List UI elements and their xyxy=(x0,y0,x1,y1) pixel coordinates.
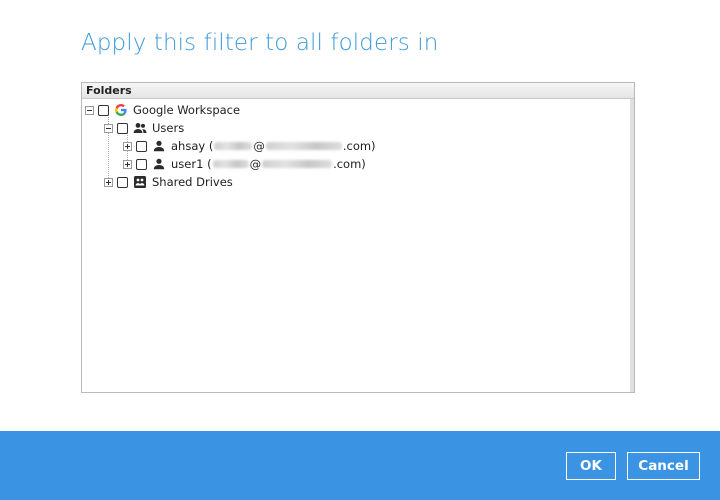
redacted-email-part xyxy=(265,142,342,150)
user-name: ahsay xyxy=(171,139,206,153)
expand-toggle[interactable] xyxy=(123,159,132,169)
collapse-toggle[interactable] xyxy=(104,123,113,133)
tree-node-label: Users xyxy=(152,121,185,135)
tree-node-user-user1[interactable]: user1 ( @ .com) xyxy=(123,155,366,173)
email-at-sign: @ xyxy=(249,157,262,171)
google-workspace-checkbox[interactable] xyxy=(98,104,109,116)
folders-column-header[interactable]: Folders xyxy=(82,83,634,99)
page-title: Apply this filter to all folders in xyxy=(81,30,439,56)
email-open-paren: ( xyxy=(208,139,214,153)
shared-drive-icon xyxy=(133,175,147,189)
folder-tree-panel: Folders Google Workspace Users ahsay (@… xyxy=(81,82,635,393)
user-icon xyxy=(152,157,166,171)
collapse-toggle[interactable] xyxy=(85,105,94,115)
tree-node-user-ahsay[interactable]: ahsay ( @ .com) xyxy=(123,137,376,155)
email-at-sign: @ xyxy=(253,139,265,153)
dialog-footer: OK Cancel xyxy=(0,431,720,500)
email-domain-suffix: .com) xyxy=(333,157,366,171)
tree-node-label: Google Workspace xyxy=(133,103,241,117)
tree-node-google-workspace[interactable]: Google Workspace xyxy=(85,101,240,119)
user-icon xyxy=(152,139,166,153)
shared-drives-checkbox[interactable] xyxy=(117,176,128,188)
user-name: user1 xyxy=(171,157,204,171)
redacted-email-part xyxy=(212,160,249,168)
folder-tree: Google Workspace Users ahsay (@ .com) u… xyxy=(82,99,634,392)
email-domain-suffix: .com) xyxy=(342,139,376,153)
tree-node-shared-drives[interactable]: Shared Drives xyxy=(104,173,233,191)
ok-button[interactable]: OK xyxy=(566,452,616,480)
tree-node-users[interactable]: Users xyxy=(104,119,184,137)
user-user1-checkbox[interactable] xyxy=(136,158,147,170)
redacted-email-part xyxy=(262,160,333,168)
cancel-button[interactable]: Cancel xyxy=(627,452,700,480)
expand-toggle[interactable] xyxy=(104,177,113,187)
tree-node-label: Shared Drives xyxy=(152,175,233,189)
expand-toggle[interactable] xyxy=(123,141,132,151)
google-icon xyxy=(114,103,128,117)
users-checkbox[interactable] xyxy=(117,122,128,134)
email-open-paren: ( xyxy=(207,157,212,171)
user-ahsay-checkbox[interactable] xyxy=(136,140,147,152)
redacted-email-part xyxy=(214,142,253,150)
users-icon xyxy=(133,121,147,135)
